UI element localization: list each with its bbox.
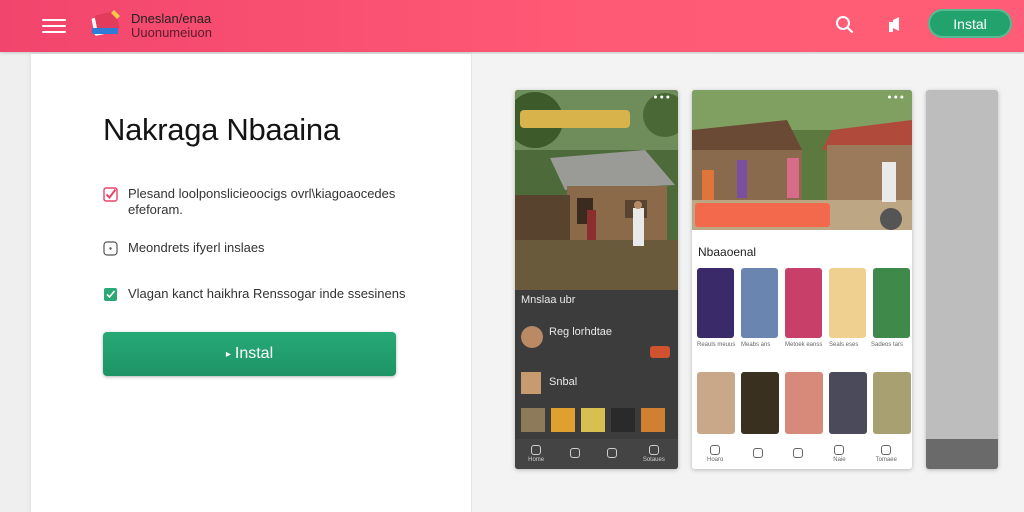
nav-profile[interactable]: Tomaee [876,445,897,463]
top-app-bar: Dneslan/enaa Uuonumeiuon Instal [0,0,1024,52]
feature-text: Plesand loolponslicieoocigs ovrl\kiagoao… [128,186,396,217]
image-thumbnail[interactable] [697,372,735,434]
share-icon[interactable] [882,12,908,38]
card-title: Mnslaa ubr [521,294,576,306]
app-info-card: Nakraga Nbaaina Plesand loolponslicieooc… [31,54,471,512]
nav-item[interactable]: Sotaues [643,445,665,463]
row-title: Reg lorhdtae [549,326,612,338]
profile-icon [881,445,892,455]
screenshot-gallery[interactable]: ● ● ● Mnslaa ubr Reg lorhdtae Snbal Home… [472,54,1024,512]
bottom-nav: Hoaro Naie Tomaee [692,439,912,469]
menu-icon[interactable] [42,15,66,35]
app-title: Nakraga Nbaaina [103,112,340,147]
home-icon [710,445,721,455]
feature-text: Vlagan kanct haikhra Renssogar inde sses… [128,286,406,301]
thumbnail-caption: Metoek eanss [785,342,823,348]
portrait-thumbnail[interactable] [829,268,866,338]
feature-item: Meondrets ifyerl inslaes [103,240,265,256]
thumbnail-caption: Seals eses [829,342,859,348]
portrait-thumbnail[interactable] [785,268,822,338]
thumbnail-row [697,372,911,434]
image-thumbnail[interactable] [873,372,911,434]
screenshot-2[interactable]: ● ● ● Nbaaoenal Reauls meuus Meabs ans M… [692,90,912,469]
brand-line-2: Uuonumeiuon [131,25,212,40]
header-install-button[interactable]: Instal [928,9,1012,38]
thumbnail-caption: Reauls meuus [697,342,736,348]
search-icon [753,448,764,458]
brand-name[interactable]: Dneslan/enaa Uuonumeiuon [131,12,212,40]
play-arrow-icon: ▸ [225,348,231,360]
thumbnail-row [521,408,665,432]
screenshot-1[interactable]: ● ● ● Mnslaa ubr Reg lorhdtae Snbal Home… [515,90,678,469]
thumbnail-row [697,268,910,338]
portrait-thumbnail[interactable] [697,268,734,338]
row-thumbnail [521,372,541,394]
profile-icon[interactable] [880,208,902,230]
brand-line-1: Dneslan/enaa [131,11,212,26]
screenshot-3[interactable] [926,90,998,469]
thumbnail-caption: Meabs ans [741,342,771,348]
nav-item[interactable] [570,448,581,460]
status-bar: ● ● ● [653,93,670,101]
check-icon [103,187,118,202]
app-logo-icon[interactable] [90,8,124,40]
image-thumbnail[interactable] [785,372,823,434]
promo-banner[interactable] [695,203,830,227]
nav-item[interactable] [606,448,617,460]
thumbnail-caption: Sadeos tars [871,342,904,348]
row-title: Snbal [549,376,578,388]
install-button[interactable]: ▸ Instal [103,332,396,376]
nav-home[interactable]: Home [528,445,544,463]
check-icon [104,288,117,301]
badge [650,346,670,358]
check-icon [103,241,118,256]
avatar [521,326,543,348]
feature-item: Vlagan kanct haikhra Renssogar inde sses… [103,286,406,302]
install-label: Instal [234,345,274,362]
search-bar[interactable] [520,110,630,128]
image-thumbnail[interactable] [741,372,779,434]
image-thumbnail[interactable] [829,372,867,434]
portrait-thumbnail[interactable] [741,268,778,338]
status-bar: ● ● ● [887,93,904,101]
nav-search[interactable] [753,448,764,460]
nav-home[interactable]: Hoaro [707,445,723,463]
portrait-thumbnail[interactable] [873,268,910,338]
nav-item[interactable]: Naie [833,445,846,463]
home-icon [531,445,542,455]
section-title: Nbaaoenal [698,245,757,259]
search-icon[interactable] [832,12,858,38]
bottom-nav [926,439,998,469]
bottom-nav: Home Sotaues [515,439,678,469]
nav-item[interactable] [793,448,804,460]
feature-text: Meondrets ifyerl inslaes [128,240,265,255]
feature-item: Plesand loolponslicieoocigs ovrl\kiagoao… [103,186,423,218]
